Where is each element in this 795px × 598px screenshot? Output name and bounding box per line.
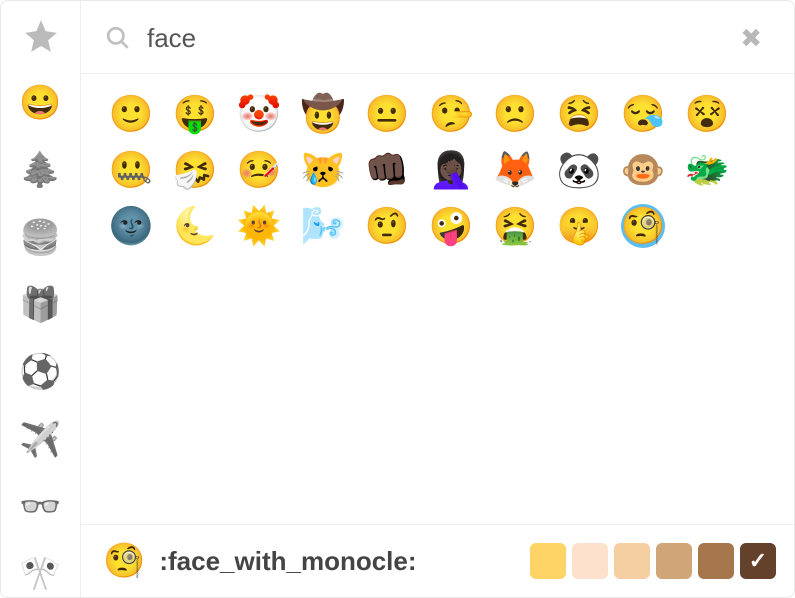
emoji-sneezing_face[interactable]: 🤧 <box>163 142 227 198</box>
emoji-glyph: 🤒 <box>237 148 281 192</box>
emoji-glyph: 😪 <box>621 92 665 136</box>
emoji-grid: 🙂 🤑 🤡 🤠 😐 🤥 🙁 😫 😪 😵 🤐 🤧 🤒 😿 👊🏿 🤦🏿‍♀️ 🦊 🐼 🐵 🐲 🌚 🌜 🌞 🌬️ 🤨 🤪 🤮 🤫 🧐 <box>81 74 794 524</box>
emoji-face_with_monocle[interactable]: 🧐 <box>611 198 675 254</box>
emoji-fox_face[interactable]: 🦊 <box>483 142 547 198</box>
category-people[interactable]: 😀 <box>17 80 65 125</box>
skin-tone-tone5[interactable]: ✓ <box>740 543 776 579</box>
category-icon: 😀 <box>19 83 61 123</box>
emoji-face_palm[interactable]: 🤦🏿‍♀️ <box>419 142 483 198</box>
emoji-zipper_mouth_face[interactable]: 🤐 <box>99 142 163 198</box>
emoji-glyph: 🌜 <box>173 204 217 248</box>
emoji-glyph: 😐 <box>365 92 409 136</box>
preview-emoji: 🧐 <box>103 544 145 578</box>
category-icon: 🎌 <box>19 554 61 594</box>
emoji-money_mouth_face[interactable]: 🤑 <box>163 86 227 142</box>
emoji-glyph: 🤑 <box>173 92 217 136</box>
emoji-wind_face[interactable]: 🌬️ <box>291 198 355 254</box>
emoji-face_with_raised_eyebrow[interactable]: 🤨 <box>355 198 419 254</box>
emoji-glyph: 🙁 <box>493 92 537 136</box>
emoji-zany_face[interactable]: 🤪 <box>419 198 483 254</box>
emoji-glyph: 🤫 <box>557 204 601 248</box>
emoji-lying_face[interactable]: 🤥 <box>419 86 483 142</box>
category-food[interactable]: 🍔 <box>17 215 65 260</box>
skin-tone-tone2[interactable] <box>614 543 650 579</box>
category-icon: 🌲 <box>19 150 61 190</box>
skin-tone-default[interactable] <box>530 543 566 579</box>
emoji-monkey_face[interactable]: 🐵 <box>611 142 675 198</box>
skin-tone-tone3[interactable] <box>656 543 692 579</box>
emoji-glyph: 🐵 <box>621 148 665 192</box>
emoji-cowboy_hat_face[interactable]: 🤠 <box>291 86 355 142</box>
search-icon <box>105 25 131 51</box>
category-rail: 😀 🌲 🍔 🎁 ⚽ ✈️ 👓 🎌 <box>1 1 81 597</box>
emoji-sleepy_face[interactable]: 😪 <box>611 86 675 142</box>
emoji-last_quarter_moon_with_face[interactable]: 🌜 <box>163 198 227 254</box>
emoji-glyph: 😵 <box>685 92 729 136</box>
emoji-picker: 😀 🌲 🍔 🎁 ⚽ ✈️ 👓 🎌 ✖ 🙂 🤑 🤡 🤠 😐 🤥 🙁 😫 😪 😵 🤐 🤧 🤒 😿 👊🏿 🤦🏿‍♀️ 🦊 🐼 🐵 🐲 🌚 🌜 🌞… <box>0 0 795 598</box>
check-icon: ✓ <box>749 548 767 574</box>
category-objects[interactable]: 🎁 <box>17 282 65 327</box>
category-icon: 🍔 <box>19 218 61 258</box>
emoji-slightly_smiling_face[interactable]: 🙂 <box>99 86 163 142</box>
category-nature[interactable]: 🌲 <box>17 148 65 193</box>
category-activity[interactable]: ⚽ <box>17 350 65 395</box>
emoji-glyph: 👊🏿 <box>365 148 409 192</box>
emoji-glyph: 😫 <box>557 92 601 136</box>
emoji-glyph: 🤪 <box>429 204 473 248</box>
category-flags[interactable]: 🎌 <box>17 552 65 597</box>
emoji-glyph: 🤐 <box>109 148 153 192</box>
category-icon: 🎁 <box>19 285 61 325</box>
emoji-glyph: 🤨 <box>365 204 409 248</box>
emoji-face_vomiting[interactable]: 🤮 <box>483 198 547 254</box>
skin-tone-tone4[interactable] <box>698 543 734 579</box>
skin-tone-swatches: ✓ <box>530 543 776 579</box>
emoji-tired_face[interactable]: 😫 <box>547 86 611 142</box>
emoji-new_moon_with_face[interactable]: 🌚 <box>99 198 163 254</box>
emoji-glyph: 🌬️ <box>301 204 345 248</box>
emoji-shushing_face[interactable]: 🤫 <box>547 198 611 254</box>
emoji-glyph: 🤮 <box>493 204 537 248</box>
emoji-glyph: 🙂 <box>109 92 153 136</box>
category-travel[interactable]: ✈️ <box>17 417 65 462</box>
emoji-slightly_frowning_face[interactable]: 🙁 <box>483 86 547 142</box>
picker-main: ✖ 🙂 🤑 🤡 🤠 😐 🤥 🙁 😫 😪 😵 🤐 🤧 🤒 😿 👊🏿 🤦🏿‍♀️ 🦊 🐼 🐵 🐲 🌚 🌜 🌞 🌬️ 🤨 🤪 🤮 🤫 🧐 🧐 … <box>81 1 794 597</box>
preview-bar: 🧐 :face_with_monocle: ✓ <box>81 524 794 597</box>
emoji-glyph: 🤧 <box>173 148 217 192</box>
emoji-oncoming_fist[interactable]: 👊🏿 <box>355 142 419 198</box>
category-icon: ✈️ <box>19 420 61 460</box>
emoji-neutral_face[interactable]: 😐 <box>355 86 419 142</box>
category-icon: ⚽ <box>19 352 61 392</box>
emoji-crying_cat_face[interactable]: 😿 <box>291 142 355 198</box>
emoji-clown_face[interactable]: 🤡 <box>227 86 291 142</box>
emoji-dizzy_face[interactable]: 😵 <box>675 86 739 142</box>
emoji-dragon_face[interactable]: 🐲 <box>675 142 739 198</box>
emoji-glyph: 🤡 <box>237 92 281 136</box>
emoji-glyph: 🐼 <box>557 148 601 192</box>
emoji-glyph: 🦊 <box>493 148 537 192</box>
emoji-glyph: 🌞 <box>237 204 281 248</box>
emoji-panda_face[interactable]: 🐼 <box>547 142 611 198</box>
emoji-glyph: 🌚 <box>109 204 153 248</box>
emoji-sun_with_face[interactable]: 🌞 <box>227 198 291 254</box>
emoji-glyph: 😿 <box>301 148 345 192</box>
emoji-face_with_thermometer[interactable]: 🤒 <box>227 142 291 198</box>
emoji-glyph: 🤥 <box>429 92 473 136</box>
category-symbols[interactable]: 👓 <box>17 484 65 529</box>
emoji-glyph: 🧐 <box>621 204 665 248</box>
clear-search-icon[interactable]: ✖ <box>736 21 766 55</box>
category-icon: 👓 <box>19 487 61 527</box>
emoji-glyph: 🤦🏿‍♀️ <box>429 148 473 192</box>
preview-shortcode: :face_with_monocle: <box>159 546 516 577</box>
emoji-glyph: 🤠 <box>301 92 345 136</box>
search-input[interactable] <box>145 22 722 55</box>
emoji-glyph: 🐲 <box>685 148 729 192</box>
category-recent[interactable] <box>17 13 65 58</box>
skin-tone-tone1[interactable] <box>572 543 608 579</box>
search-bar: ✖ <box>81 1 794 74</box>
